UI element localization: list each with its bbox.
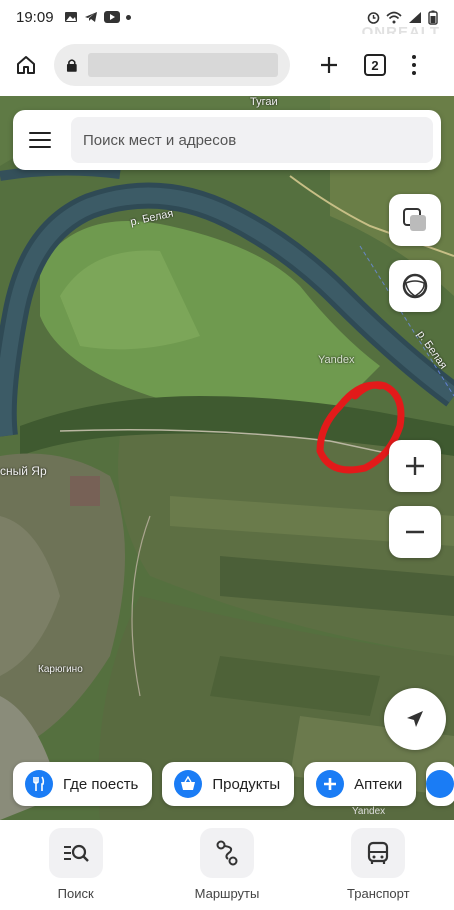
search-list-icon bbox=[48, 828, 103, 878]
browser-menu-button[interactable] bbox=[404, 50, 424, 80]
panorama-button[interactable] bbox=[389, 260, 441, 312]
telegram-icon bbox=[84, 12, 97, 22]
dot-icon bbox=[125, 14, 131, 20]
bottom-tab-bar: Поиск Маршруты Транспорт bbox=[0, 820, 454, 910]
route-icon bbox=[199, 828, 254, 878]
lock-icon bbox=[66, 59, 77, 72]
my-location-button[interactable] bbox=[384, 688, 446, 750]
category-chips: Где поесть Продукты Аптеки bbox=[13, 762, 454, 806]
url-bar[interactable] bbox=[54, 44, 290, 86]
system-icons bbox=[367, 10, 438, 25]
tab-transport[interactable]: Транспорт bbox=[303, 820, 454, 910]
tab-label: Маршруты bbox=[194, 886, 260, 901]
navigation-arrow-icon bbox=[407, 711, 423, 727]
chip-label: Продукты bbox=[212, 775, 281, 793]
bus-icon bbox=[351, 828, 406, 878]
plus-icon bbox=[316, 770, 345, 798]
chip-groceries[interactable]: Продукты bbox=[162, 762, 295, 806]
chip-pharmacies[interactable]: Аптеки bbox=[304, 762, 417, 806]
menu-dot bbox=[412, 55, 416, 59]
category-icon bbox=[426, 770, 454, 798]
tab-search[interactable]: Поиск bbox=[0, 820, 151, 910]
youtube-icon bbox=[103, 11, 120, 23]
zoom-in-button[interactable] bbox=[389, 440, 441, 492]
tab-switcher-button[interactable]: 2 bbox=[364, 54, 386, 76]
map-search-bar: Поиск мест и адресов bbox=[13, 110, 441, 170]
image-notification-icon bbox=[64, 12, 77, 22]
chip-more[interactable] bbox=[426, 762, 454, 806]
hamburger-menu-icon[interactable] bbox=[29, 132, 51, 148]
chip-label: Аптеки bbox=[354, 775, 403, 793]
browser-toolbar: 2 bbox=[0, 34, 454, 96]
status-bar: 19:09 ONREALT bbox=[0, 0, 454, 41]
layers-button[interactable] bbox=[389, 194, 441, 246]
status-time: 19:09 bbox=[16, 8, 54, 26]
home-icon bbox=[17, 56, 35, 74]
notification-icons bbox=[64, 10, 131, 24]
menu-dot bbox=[412, 63, 416, 67]
panorama-icon bbox=[402, 273, 428, 299]
chip-label: Где поесть bbox=[63, 775, 139, 793]
signal-icon bbox=[409, 11, 421, 23]
village-label: Карюгино bbox=[38, 664, 83, 675]
village-label: сный Яр bbox=[0, 464, 47, 478]
search-input[interactable]: Поиск мест и адресов bbox=[71, 117, 433, 163]
zoom-out-icon bbox=[406, 530, 424, 534]
menu-dot bbox=[412, 71, 416, 75]
battery-icon bbox=[428, 10, 438, 25]
map-provider-label: Yandex bbox=[318, 354, 355, 366]
map-label-top: Тугаи bbox=[250, 96, 278, 108]
zoom-in-icon bbox=[406, 457, 424, 475]
tab-label: Поиск bbox=[57, 886, 94, 901]
chip-food[interactable]: Где поесть bbox=[13, 762, 153, 806]
tab-routes[interactable]: Маршруты bbox=[151, 820, 302, 910]
new-tab-button[interactable] bbox=[314, 50, 344, 80]
layers-icon bbox=[403, 208, 426, 231]
tab-label: Транспорт bbox=[347, 886, 410, 901]
basket-icon bbox=[174, 770, 203, 798]
fork-knife-icon bbox=[25, 770, 53, 798]
alarm-icon bbox=[367, 12, 380, 24]
home-button[interactable] bbox=[8, 47, 44, 83]
map-attribution: Yandex bbox=[352, 806, 386, 817]
url-text-blurred bbox=[87, 53, 278, 77]
plus-icon bbox=[321, 57, 337, 73]
wifi-icon bbox=[386, 11, 402, 23]
zoom-out-button[interactable] bbox=[389, 506, 441, 558]
